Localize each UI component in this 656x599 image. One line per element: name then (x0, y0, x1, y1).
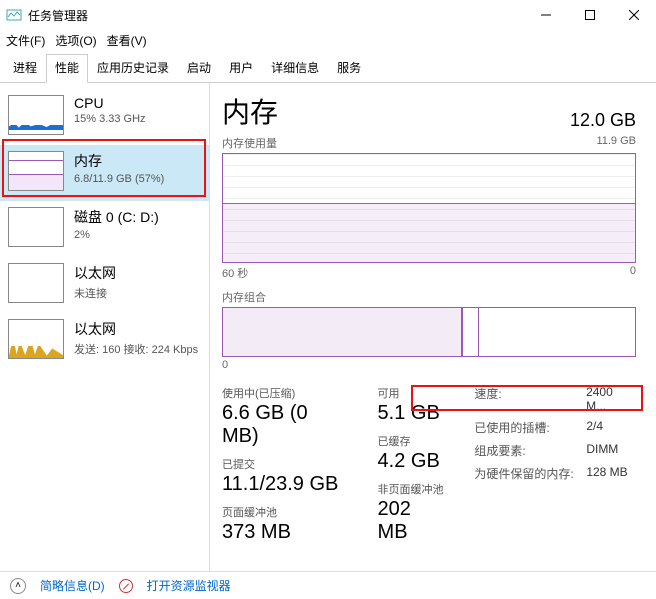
menu-options[interactable]: 选项(O) (55, 32, 96, 49)
sidebar-cpu-sub: 15% 3.33 GHz (74, 113, 146, 125)
minimize-button[interactable] (524, 0, 568, 30)
in-use-label: 使用中(已压缩) (222, 385, 350, 401)
open-resmon-link[interactable]: 打开资源监视器 (147, 577, 231, 594)
memory-thumbnail (8, 151, 64, 191)
sidebar-cpu-name: CPU (74, 95, 146, 111)
sidebar-item-disk[interactable]: 磁盘 0 (C: D:) 2% (0, 201, 209, 257)
reserved-key: 为硬件保留的内存: (474, 465, 574, 482)
tab-bar: 进程 性能 应用历史记录 启动 用户 详细信息 服务 (0, 54, 656, 83)
graph1-xleft: 60 秒 (222, 265, 248, 281)
in-use-value: 6.6 GB (0 MB) (222, 402, 350, 448)
nonpaged-label: 非页面缓冲池 (378, 481, 447, 497)
speed-key: 速度: (474, 385, 574, 413)
sidebar-memory-name: 内存 (74, 151, 164, 171)
title-bar: 任务管理器 (0, 0, 656, 30)
graph1-xright: 0 (630, 265, 636, 281)
avail-label: 可用 (378, 385, 447, 401)
tab-app-history[interactable]: 应用历史记录 (88, 54, 178, 82)
graph1-label: 内存使用量 (222, 135, 277, 151)
sidebar: CPU 15% 3.33 GHz 内存 6.8/11.9 GB (57%) 磁盘 0… (0, 83, 210, 573)
chevron-up-icon[interactable]: ˄ (10, 578, 26, 594)
tab-details[interactable]: 详细信息 (262, 54, 328, 82)
graph1-max: 11.9 GB (596, 135, 636, 151)
detail-title: 内存 (222, 91, 278, 131)
reserved-value: 128 MB (586, 465, 627, 482)
tab-performance[interactable]: 性能 (46, 54, 88, 83)
sidebar-memory-sub: 6.8/11.9 GB (57%) (74, 173, 164, 185)
paged-label: 页面缓冲池 (222, 504, 350, 520)
footer: ˄ 简略信息(D) 打开资源监视器 (0, 571, 656, 599)
ethernet2-thumbnail (8, 319, 64, 359)
sidebar-item-memory[interactable]: 内存 6.8/11.9 GB (57%) (0, 145, 209, 201)
ethernet1-thumbnail (8, 263, 64, 303)
window-title: 任务管理器 (28, 7, 524, 24)
app-icon (6, 7, 22, 23)
cached-label: 已缓存 (378, 433, 447, 449)
resmon-icon (119, 579, 133, 593)
speed-value: 2400 M... (586, 385, 636, 413)
tab-processes[interactable]: 进程 (4, 54, 46, 82)
detail-total: 12.0 GB (570, 110, 636, 131)
slots-key: 已使用的插槽: (474, 419, 574, 436)
menu-view[interactable]: 查看(V) (107, 32, 147, 49)
menu-file[interactable]: 文件(F) (6, 32, 45, 49)
paged-value: 373 MB (222, 521, 350, 544)
tab-startup[interactable]: 启动 (178, 54, 220, 82)
graph2-label: 内存组合 (222, 289, 266, 305)
memory-composition-graph[interactable] (222, 307, 636, 357)
sidebar-eth1-sub: 未连接 (74, 285, 116, 301)
form-value: DIMM (586, 442, 618, 459)
close-button[interactable] (612, 0, 656, 30)
sidebar-item-ethernet-2[interactable]: 以太网发送: 160 接收: 224 Kbps (0, 313, 209, 369)
memory-usage-graph[interactable] (222, 153, 636, 263)
cached-value: 4.2 GB (378, 450, 447, 473)
slots-value: 2/4 (586, 419, 603, 436)
sidebar-disk-sub: 2% (74, 229, 159, 241)
nonpaged-value: 202 MB (378, 498, 447, 544)
avail-value: 5.1 GB (378, 402, 447, 425)
cpu-thumbnail (8, 95, 64, 135)
form-key: 组成要素: (474, 442, 574, 459)
tab-users[interactable]: 用户 (220, 54, 262, 82)
committed-label: 已提交 (222, 456, 350, 472)
sidebar-item-cpu[interactable]: CPU 15% 3.33 GHz (0, 89, 209, 145)
detail-pane: 内存 12.0 GB 内存使用量11.9 GB 60 秒0 内存组合 0 使用中… (210, 83, 656, 573)
menu-bar: 文件(F) 选项(O) 查看(V) (0, 30, 656, 50)
committed-value: 11.1/23.9 GB (222, 473, 350, 496)
disk-thumbnail (8, 207, 64, 247)
sidebar-item-ethernet-1[interactable]: 以太网未连接 (0, 257, 209, 313)
sidebar-eth1-name: 以太网 (74, 263, 116, 283)
sidebar-eth2-sub: 发送: 160 接收: 224 Kbps (74, 341, 198, 357)
sidebar-eth2-name: 以太网 (74, 319, 198, 339)
maximize-button[interactable] (568, 0, 612, 30)
sidebar-disk-name: 磁盘 0 (C: D:) (74, 207, 159, 227)
tab-services[interactable]: 服务 (328, 54, 370, 82)
fewer-details-link[interactable]: 简略信息(D) (40, 577, 105, 594)
